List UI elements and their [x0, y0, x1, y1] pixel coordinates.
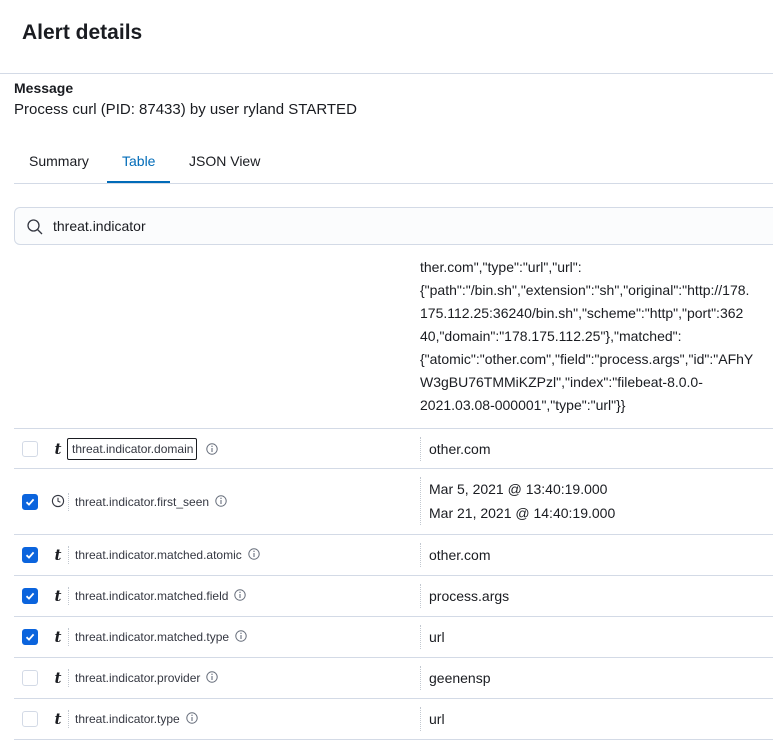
json-line: {"path":"/bin.sh","extension":"sh","orig…	[420, 282, 750, 298]
json-line: 2021.03.08-000001","type":"url"}}	[420, 397, 626, 413]
field-value: other.com	[420, 437, 490, 461]
field-name[interactable]: threat.indicator.domain	[67, 438, 198, 460]
field-name[interactable]: threat.indicator.matched.type	[68, 628, 247, 646]
row-checkbox[interactable]	[22, 547, 38, 563]
info-icon[interactable]	[235, 629, 247, 647]
info-icon[interactable]	[206, 670, 219, 688]
field-value: process.args	[420, 584, 509, 608]
table-row: t threat.indicator.matched.field process…	[14, 576, 773, 617]
row-checkbox[interactable]	[22, 711, 38, 727]
row-checkbox[interactable]	[22, 670, 38, 686]
field-value: Mar 5, 2021 @ 13:40:19.000 Mar 21, 2021 …	[420, 477, 615, 525]
table-row: t threat.indicator.domain other.com	[14, 428, 773, 469]
field-value: url	[420, 625, 445, 649]
field-name-label: threat.indicator.type	[75, 712, 180, 726]
field-value-line: Mar 5, 2021 @ 13:40:19.000	[429, 481, 608, 497]
info-icon[interactable]	[186, 711, 198, 729]
message-label: Message	[14, 80, 74, 96]
table-row: t threat.indicator.type url	[14, 699, 773, 740]
field-name-label: threat.indicator.matched.atomic	[75, 548, 242, 562]
tab-json-view[interactable]: JSON View	[174, 140, 275, 182]
string-icon: t	[54, 669, 62, 687]
fields-table: t threat.indicator.domain other.com thre…	[14, 428, 773, 740]
field-name[interactable]: threat.indicator.matched.field	[68, 587, 247, 606]
info-icon[interactable]	[215, 494, 227, 512]
string-icon: t	[54, 440, 62, 458]
field-name[interactable]: threat.indicator.matched.atomic	[68, 546, 260, 564]
row-checkbox[interactable]	[22, 588, 38, 604]
info-icon[interactable]	[206, 442, 218, 460]
row-checkbox[interactable]	[22, 494, 38, 510]
string-icon: t	[54, 710, 62, 728]
table-row: threat.indicator.first_seen Mar 5, 2021 …	[14, 469, 773, 535]
string-icon: t	[54, 546, 62, 564]
field-name-label: threat.indicator.first_seen	[75, 495, 210, 509]
field-name-label: threat.indicator.domain	[72, 442, 194, 456]
table-row: t threat.indicator.matched.atomic other.…	[14, 535, 773, 576]
page-title: Alert details	[22, 21, 143, 44]
row-checkbox[interactable]	[22, 441, 38, 457]
row-checkbox[interactable]	[22, 629, 38, 645]
json-line: ther.com","type":"url","url":	[420, 259, 582, 275]
field-name-label: threat.indicator.matched.field	[75, 589, 229, 603]
field-value: geenensp	[420, 666, 491, 690]
field-value: url	[420, 707, 445, 731]
field-value: other.com	[420, 543, 490, 567]
json-line: W3gBU76TMMiKZPzl","index":"filebeat-8.0.…	[420, 374, 703, 390]
field-name-label: threat.indicator.provider	[75, 671, 201, 685]
field-name[interactable]: threat.indicator.provider	[68, 669, 219, 688]
string-icon: t	[54, 587, 62, 605]
message-text: Process curl (PID: 87433) by user ryland…	[14, 101, 357, 118]
info-icon[interactable]	[234, 588, 247, 606]
flyout-header: Alert details	[0, 0, 773, 74]
tab-bar: Summary Table JSON View	[14, 140, 773, 184]
field-name[interactable]: threat.indicator.first_seen	[68, 493, 227, 511]
field-name[interactable]: threat.indicator.type	[68, 710, 198, 728]
json-value-preview: ther.com","type":"url","url": {"path":"/…	[420, 258, 772, 417]
tab-summary[interactable]: Summary	[14, 140, 104, 182]
json-line: 175.112.25:36240/bin.sh","scheme":"http"…	[420, 305, 744, 321]
string-icon: t	[54, 628, 62, 646]
clock-icon	[51, 494, 65, 510]
table-row: t threat.indicator.matched.type url	[14, 617, 773, 658]
search-box	[14, 207, 773, 245]
table-row: t threat.indicator.provider geenensp	[14, 658, 773, 699]
search-icon	[26, 218, 44, 236]
field-value-line: Mar 21, 2021 @ 14:40:19.000	[429, 505, 616, 521]
info-icon[interactable]	[248, 547, 260, 565]
json-line: 40,"domain":"178.175.112.25"},"matched":	[420, 328, 682, 344]
search-input[interactable]	[53, 208, 753, 244]
json-line: {"atomic":"other.com","field":"process.a…	[420, 351, 754, 367]
field-name-label: threat.indicator.matched.type	[75, 630, 230, 644]
tab-table[interactable]: Table	[107, 140, 171, 183]
